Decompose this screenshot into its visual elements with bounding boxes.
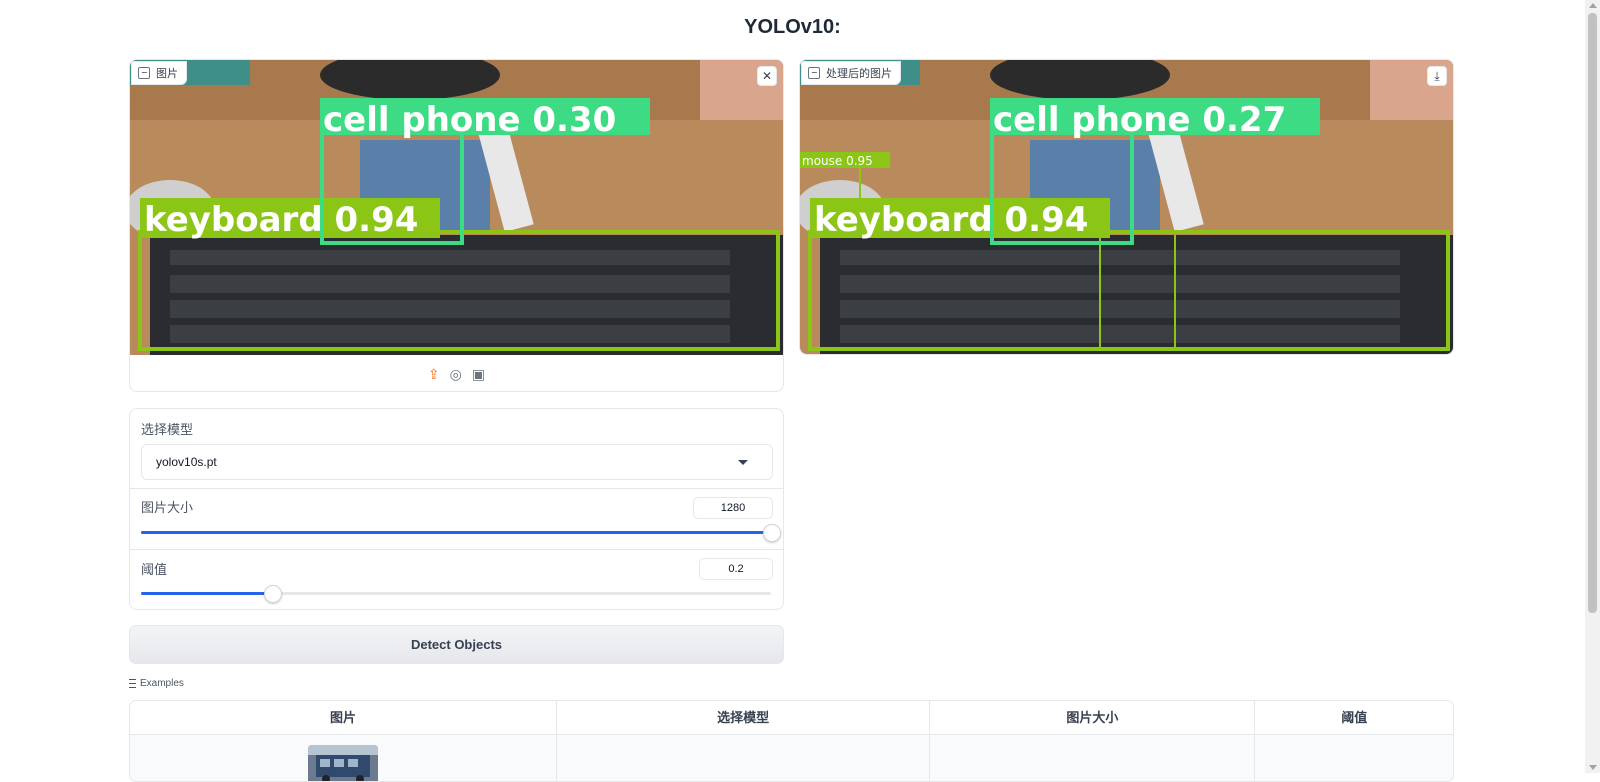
download-icon[interactable]: ⤓ [1427, 66, 1447, 86]
divider [130, 549, 783, 550]
output-image-scene: keyboard 0.94 mouse 0.95 cell phone 0.27 [800, 60, 1453, 354]
examples-cell-size [930, 735, 1256, 781]
image-size-slider-fill [141, 531, 771, 534]
threshold-input[interactable]: 0.2 [699, 558, 773, 580]
model-select-value: yolov10s.pt [156, 455, 217, 469]
examples-cell-image [130, 735, 558, 781]
examples-col-threshold: 阈值 [1341, 710, 1368, 725]
output-image-label-text: 处理后的图片 [826, 68, 892, 80]
image-size-slider[interactable] [141, 524, 781, 542]
model-select-label: 选择模型 [141, 422, 194, 437]
scroll-up-icon[interactable] [1589, 3, 1597, 8]
examples-table: 图片 选择模型 图片大小 阈值 [129, 700, 1454, 782]
output-image: keyboard 0.94 mouse 0.95 cell phone 0.27 [800, 60, 1453, 354]
examples-label-text: Examples [140, 678, 184, 689]
output-image-label: 处理后的图片 [801, 61, 901, 85]
clipboard-icon[interactable]: ▣ [472, 366, 485, 383]
examples-col-model: 选择模型 [557, 701, 931, 734]
scroll-down-icon[interactable] [1589, 765, 1597, 770]
list-icon [129, 679, 136, 688]
examples-col-size: 图片大小 [930, 701, 1256, 734]
image-size-slider-thumb[interactable] [763, 524, 781, 542]
examples-header: Examples [129, 678, 184, 689]
upload-icon[interactable]: ⇪ [428, 366, 440, 383]
webcam-icon[interactable]: ◎ [450, 366, 462, 383]
input-image-scene: keyboard 0.94 cell phone 0.30 [130, 60, 783, 355]
threshold-slider[interactable] [141, 585, 771, 603]
threshold-slider-thumb[interactable] [264, 585, 282, 603]
options-panel: 选择模型 yolov10s.pt 图片大小 1280 阈值 0.2 [129, 408, 784, 610]
example-thumbnail[interactable] [308, 745, 378, 781]
example-thumbnail-image [308, 745, 378, 781]
input-image-label-text: 图片 [156, 68, 178, 80]
divider [130, 488, 783, 489]
model-select[interactable]: yolov10s.pt [141, 444, 773, 480]
output-image-panel: 处理后的图片 ⤓ keyboard 0.94 mouse 0.95 cell p… [799, 59, 1454, 355]
input-image-panel[interactable]: 图片 ✕ keyboard 0.94 cell phone 0.30 ⇪ ◎ ▣ [129, 59, 784, 392]
image-size-label: 图片大小 [141, 500, 194, 515]
close-icon[interactable]: ✕ [757, 66, 777, 86]
image-size-input[interactable]: 1280 [693, 497, 773, 519]
source-selector: ⇪ ◎ ▣ [130, 357, 783, 391]
output-cellphone-label: cell phone 0.27 [993, 100, 1286, 140]
input-image: keyboard 0.94 cell phone 0.30 [130, 60, 783, 355]
input-image-label: 图片 [131, 61, 187, 85]
output-keyboard-label: keyboard 0.94 [814, 200, 1088, 240]
examples-col-image: 图片 [130, 701, 558, 734]
detect-objects-button[interactable]: Detect Objects [129, 625, 784, 664]
threshold-label: 阈值 [141, 562, 168, 577]
examples-table-header: 图片 选择模型 图片大小 阈值 [130, 701, 1453, 735]
input-cellphone-label: cell phone 0.30 [323, 100, 616, 140]
image-icon [138, 67, 150, 79]
chevron-down-icon [738, 460, 748, 465]
threshold-slider-fill [141, 592, 267, 595]
scrollbar-thumb[interactable] [1588, 13, 1597, 613]
page-title: YOLOv10: [744, 16, 841, 38]
input-keyboard-label: keyboard 0.94 [144, 200, 418, 240]
page-scrollbar[interactable] [1585, 0, 1600, 773]
image-icon [808, 67, 820, 79]
output-mouse-label: mouse 0.95 [802, 154, 873, 168]
examples-cell-model [557, 735, 931, 781]
examples-cell-threshold [1255, 735, 1453, 781]
examples-row[interactable] [130, 735, 1453, 781]
